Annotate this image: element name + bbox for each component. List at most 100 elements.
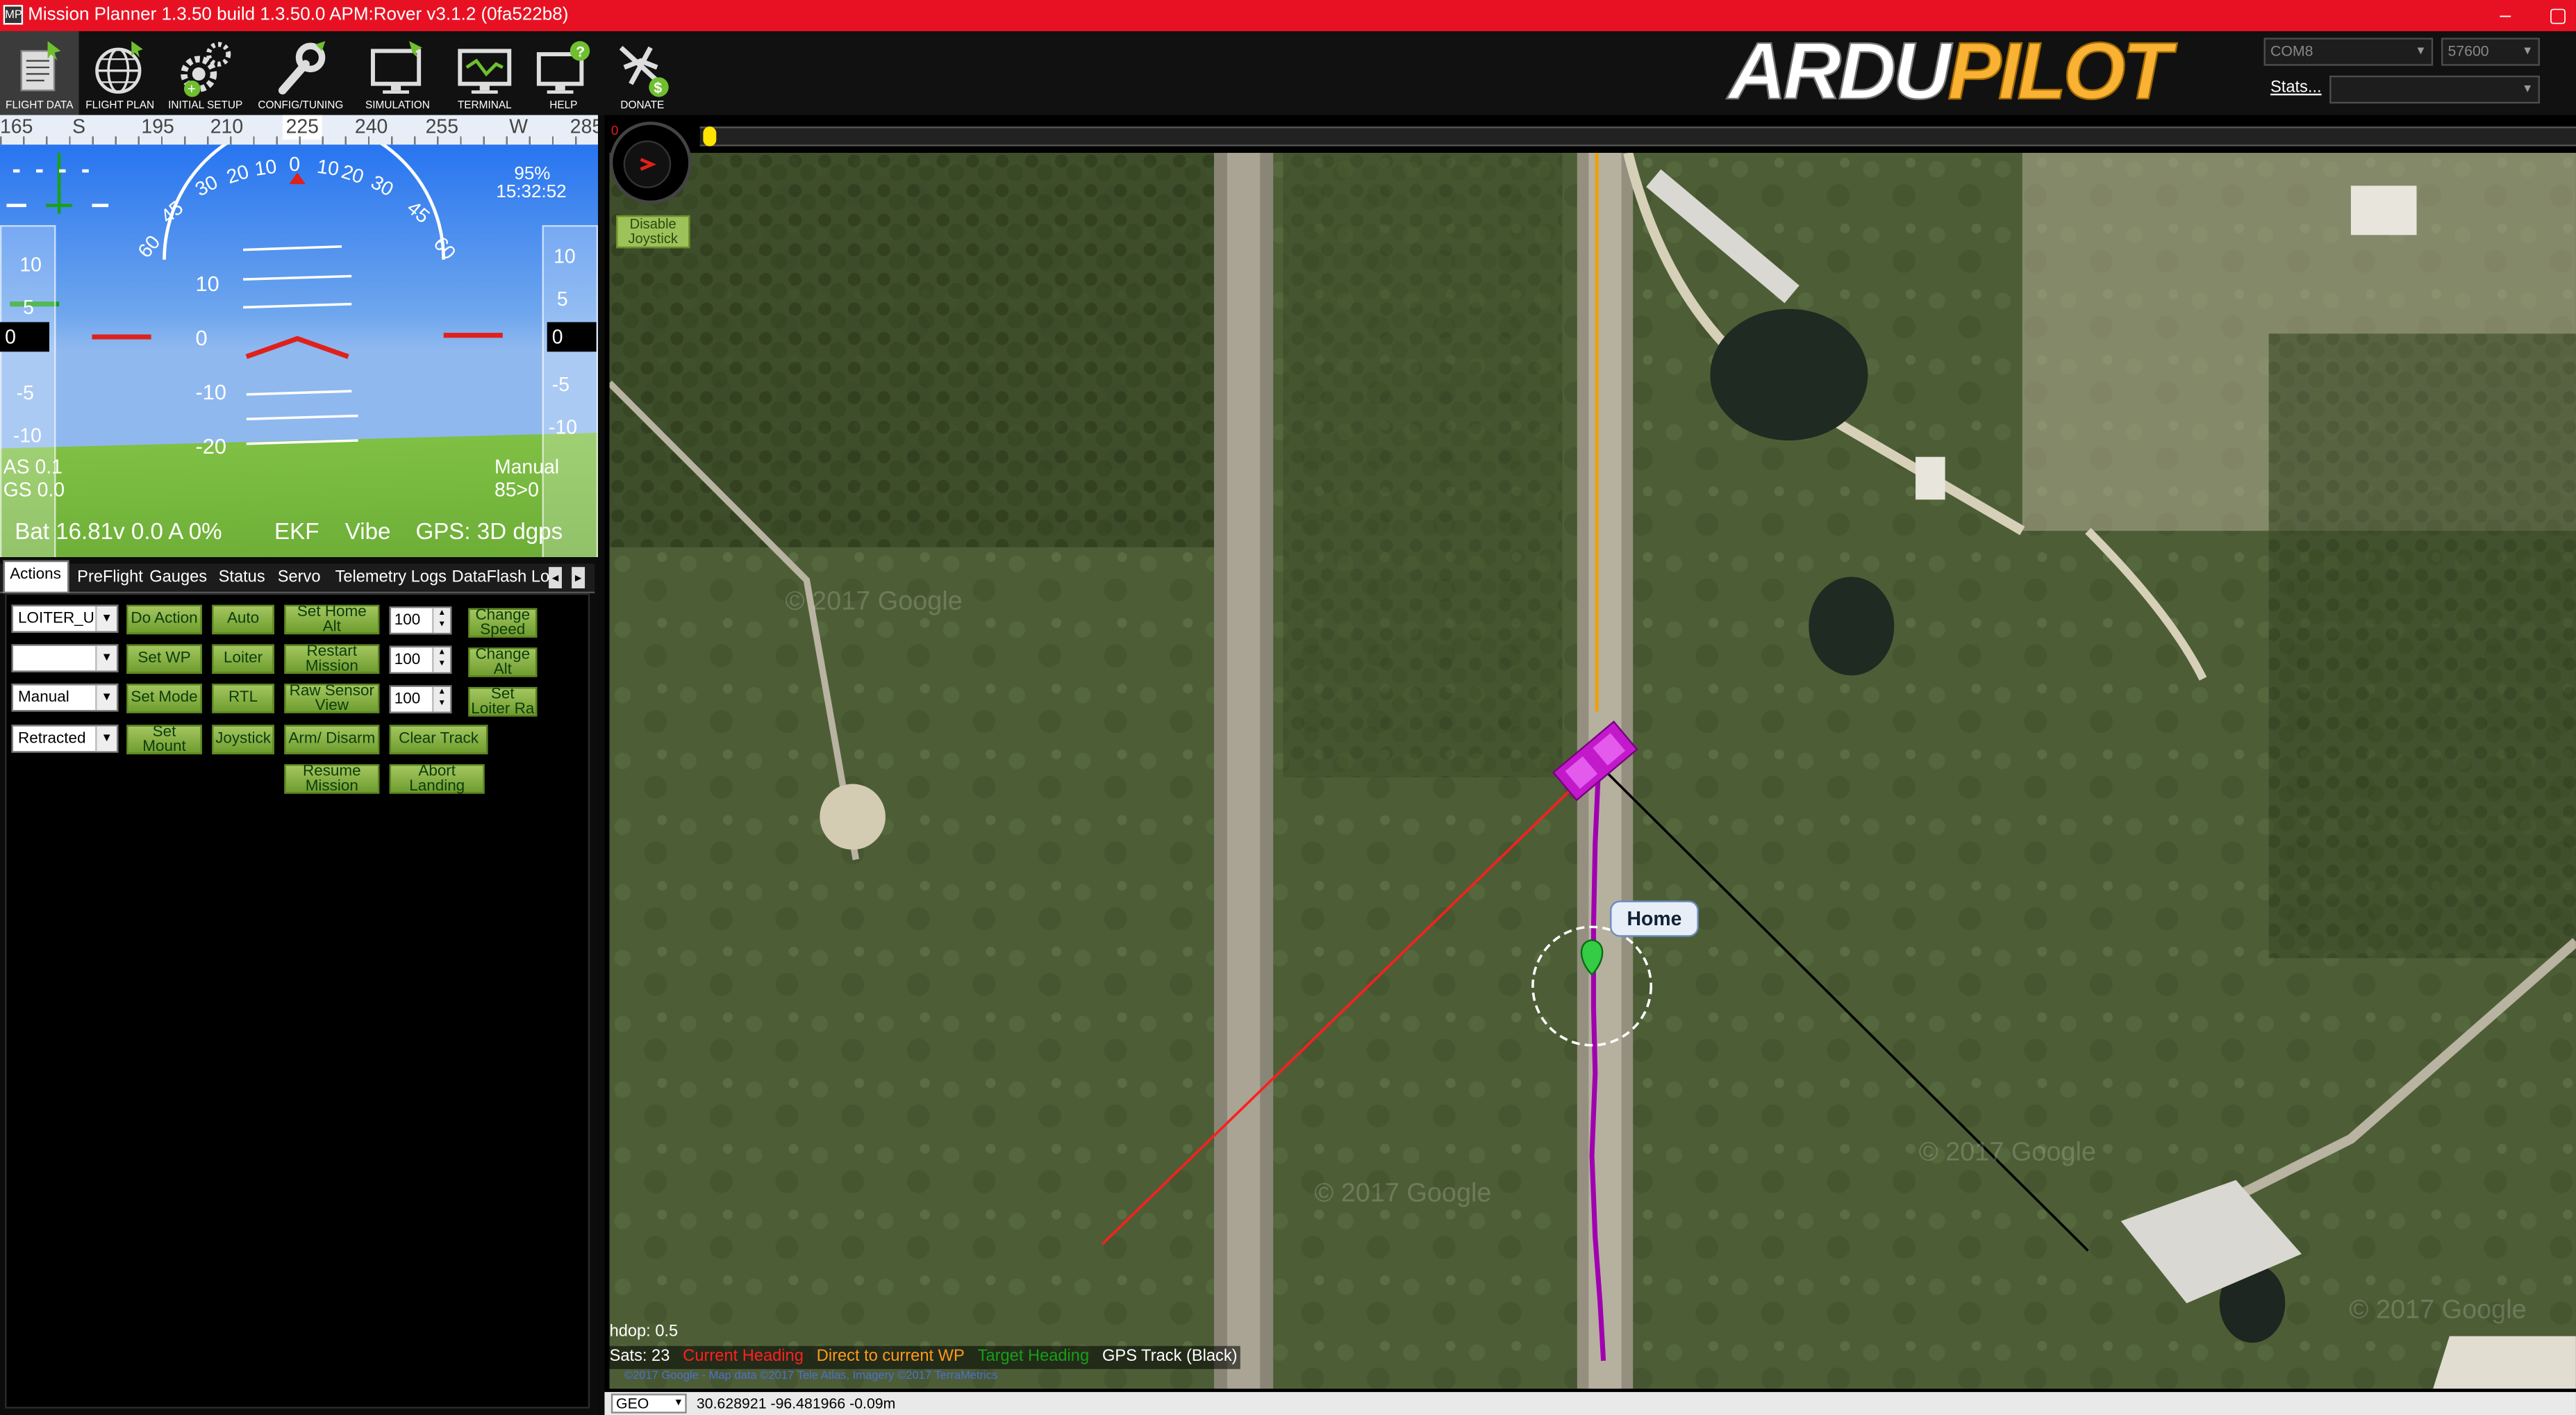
initial-setup-button[interactable]: + INITIAL SETUP bbox=[165, 31, 247, 115]
speed-readout: 0 bbox=[0, 322, 49, 352]
flight-mode: Manual bbox=[494, 455, 560, 479]
alt-value-input[interactable]: 100 ▲ ▼ bbox=[389, 645, 452, 675]
log-timeline[interactable] bbox=[699, 126, 2576, 147]
set-wp-button[interactable]: Set WP bbox=[126, 644, 202, 675]
tab-scroll-right[interactable]: ▸ bbox=[572, 567, 585, 588]
restart-mission-button[interactable]: Restart Mission bbox=[284, 643, 380, 675]
window-title: Mission Planner 1.3.50 build 1.3.50.0 AP… bbox=[28, 5, 569, 25]
restore-button[interactable]: ▢ bbox=[2540, 0, 2576, 31]
pitch-label: 0 bbox=[195, 325, 208, 350]
help-button[interactable]: ? HELP bbox=[526, 31, 601, 115]
roll-label: 10 bbox=[315, 154, 341, 181]
chevron-down-icon: ▼ bbox=[95, 606, 117, 631]
set-home-alt-button[interactable]: Set Home Alt bbox=[284, 604, 380, 635]
baud-rate-select[interactable]: 57600 ▼ bbox=[2441, 38, 2540, 66]
flight-data-icon bbox=[20, 41, 61, 92]
set-mode-button[interactable]: Set Mode bbox=[126, 684, 202, 713]
airspeed-readout: AS 0.1 bbox=[3, 455, 63, 479]
link-quality: 95% bbox=[514, 164, 551, 184]
gps-status: GPS: 3D dgps bbox=[415, 518, 563, 545]
speed-value-input[interactable]: 100 ▲ ▼ bbox=[389, 606, 452, 635]
gears-icon: + bbox=[181, 42, 231, 97]
donate-button[interactable]: $ DONATE bbox=[604, 31, 680, 115]
flight-plan-button[interactable]: FLIGHT PLAN bbox=[82, 31, 158, 115]
loiter-button[interactable]: Loiter bbox=[212, 644, 275, 675]
globe-icon bbox=[95, 41, 143, 94]
tab-servo[interactable]: Servo bbox=[271, 564, 327, 594]
do-action-button[interactable]: Do Action bbox=[126, 604, 202, 635]
set-loiter-rad-button[interactable]: Set Loiter Ra bbox=[468, 686, 538, 717]
map-legend: Sats: 23 Current Heading Direct to curre… bbox=[606, 1346, 1241, 1369]
chevron-down-icon: ▼ bbox=[95, 726, 117, 752]
joystick-indicator: 0 bbox=[609, 122, 692, 204]
legend-direct-to-wp: Direct to current WP bbox=[816, 1348, 965, 1366]
terminal-button[interactable]: TERMINAL bbox=[447, 31, 522, 115]
toolbar-label: DONATE bbox=[620, 100, 665, 112]
mode-select[interactable]: Manual ▼ bbox=[11, 684, 119, 712]
spinner-arrows-icon[interactable]: ▲ ▼ bbox=[432, 647, 451, 672]
simulation-button[interactable]: SIMULATION bbox=[358, 31, 438, 115]
arm-disarm-button[interactable]: Arm/ Disarm bbox=[284, 725, 380, 754]
timeline-marker[interactable] bbox=[703, 126, 717, 147]
map-overlays bbox=[1101, 720, 2089, 1362]
alt-tick: -5 bbox=[551, 373, 570, 397]
spinner-arrows-icon[interactable]: ▲ ▼ bbox=[432, 608, 451, 633]
home-marker-icon[interactable] bbox=[1580, 939, 1604, 976]
stats-link[interactable]: Stats... bbox=[2270, 79, 2322, 97]
plane-dollar-icon: $ bbox=[619, 45, 669, 97]
groundspeed-readout: GS 0.0 bbox=[3, 478, 65, 502]
help-monitor-icon: ? bbox=[536, 41, 590, 94]
disable-joystick-button[interactable]: Disable Joystick bbox=[616, 215, 690, 249]
tab-preflight[interactable]: PreFlight bbox=[71, 564, 150, 594]
loiter-radius-input[interactable]: 100 ▲ ▼ bbox=[389, 685, 452, 713]
svg-text:+: + bbox=[188, 81, 196, 97]
alt-tick: 5 bbox=[556, 288, 568, 311]
flight-data-button[interactable]: FLIGHT DATA bbox=[0, 31, 79, 115]
ardupilot-logo: ARDUPILOT bbox=[1727, 28, 2172, 117]
clear-track-button[interactable]: Clear Track bbox=[389, 725, 488, 754]
config-tuning-button[interactable]: CONFIG/TUNING bbox=[255, 31, 347, 115]
auto-button[interactable]: Auto bbox=[212, 604, 275, 635]
legend-target-heading: Target Heading bbox=[977, 1348, 1090, 1366]
vibe-status[interactable]: Vibe bbox=[345, 518, 391, 544]
battery-status: Bat 16.81v 0.0 A 0% bbox=[15, 518, 222, 545]
tab-gauges[interactable]: Gauges bbox=[143, 564, 214, 594]
rtl-button[interactable]: RTL bbox=[212, 684, 275, 713]
mission-command-select[interactable]: LOITER_U ▼ bbox=[11, 604, 119, 633]
pitch-label: -20 bbox=[195, 433, 226, 459]
change-alt-button[interactable]: Change Alt bbox=[468, 646, 538, 677]
waypoint-distance: 85>0 bbox=[494, 478, 539, 502]
altitude-readout: 0 bbox=[547, 322, 597, 352]
wrench-icon bbox=[278, 41, 326, 95]
mission-planner-window: MP Mission Planner 1.3.50 build 1.3.50.0… bbox=[0, 0, 2576, 1415]
set-mount-button[interactable]: Set Mount bbox=[126, 724, 202, 755]
tab-strip: Actions PreFlight Gauges Status Servo Te… bbox=[0, 560, 595, 594]
joystick-button[interactable]: Joystick bbox=[212, 725, 275, 754]
spinner-arrows-icon[interactable]: ▲ ▼ bbox=[432, 686, 451, 712]
minimize-button[interactable]: – bbox=[2487, 0, 2523, 31]
tab-status[interactable]: Status bbox=[212, 564, 272, 594]
change-speed-button[interactable]: Change Speed bbox=[468, 607, 538, 638]
abort-landing-button[interactable]: Abort Landing bbox=[389, 763, 485, 794]
stats-select[interactable]: ▼ bbox=[2329, 75, 2540, 104]
raw-sensor-view-button[interactable]: Raw Sensor View bbox=[284, 682, 380, 713]
cursor-coordinates: 30.628921 -96.481966 -0.09m bbox=[696, 1395, 896, 1412]
com-port-select[interactable]: COM8 ▼ bbox=[2263, 38, 2434, 66]
tab-scroll-left[interactable]: ◂ bbox=[549, 567, 563, 588]
resume-mission-button[interactable]: Resume Mission bbox=[284, 763, 380, 794]
map-source-select[interactable]: GEO ▼ bbox=[610, 1393, 687, 1414]
tab-actions[interactable]: Actions bbox=[3, 560, 69, 594]
map-copyright: ©2017 Google - Map data ©2017 Tele Atlas… bbox=[624, 1371, 998, 1382]
toolbar-label: SIMULATION bbox=[365, 100, 430, 112]
tab-dataflash-log[interactable]: DataFlash Log bbox=[445, 564, 565, 594]
alt-tick: -10 bbox=[549, 415, 578, 439]
legend-current-heading: Current Heading bbox=[683, 1348, 804, 1366]
chevron-down-icon: ▼ bbox=[95, 685, 117, 711]
hud-display: 10 5 -5 -10 10 5 -5 -10 0 0 60 45 30 20 … bbox=[0, 115, 599, 558]
ekf-status[interactable]: EKF bbox=[274, 518, 319, 544]
mount-select[interactable]: Retracted ▼ bbox=[11, 725, 119, 753]
waypoint-select[interactable]: ▼ bbox=[11, 644, 119, 672]
svg-text:?: ? bbox=[576, 44, 585, 60]
toolbar-label: FLIGHT PLAN bbox=[85, 100, 155, 112]
tab-telemetry-logs[interactable]: Telemetry Logs bbox=[329, 564, 453, 594]
